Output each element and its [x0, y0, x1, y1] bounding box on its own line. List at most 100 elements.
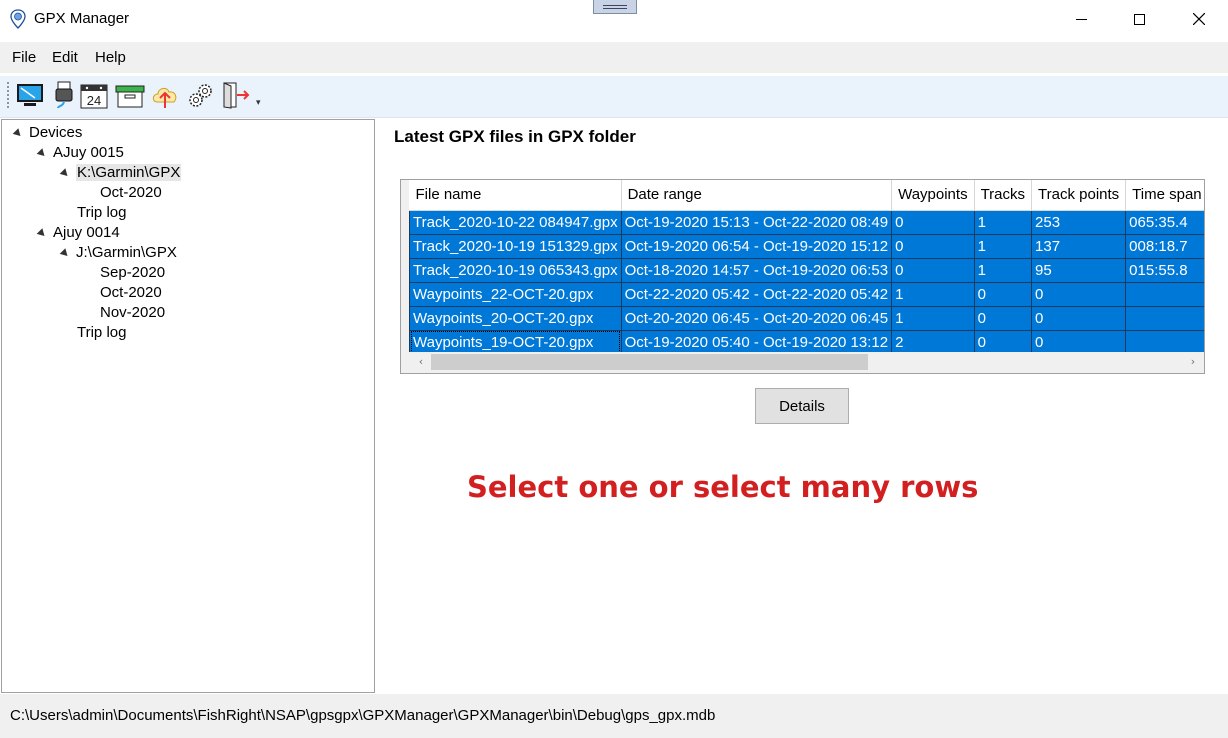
cell-time-span[interactable]: 015:55.8: [1125, 257, 1204, 283]
usb-device-icon[interactable]: [50, 80, 80, 110]
column-header-time-span[interactable]: Time span: [1125, 180, 1204, 211]
cell-time-span[interactable]: [1125, 329, 1204, 352]
cell-file-name[interactable]: Waypoints_22-OCT-20.gpx: [409, 281, 622, 307]
scroll-left-icon[interactable]: ‹: [415, 355, 427, 369]
calendar-icon[interactable]: 24: [79, 80, 109, 110]
table-row[interactable]: Track_2020-10-22 084947.gpx Oct-19-2020 …: [409, 209, 1204, 235]
cell-waypoints[interactable]: 0: [891, 209, 975, 235]
scroll-right-icon[interactable]: ›: [1187, 355, 1199, 369]
maximize-button[interactable]: [1110, 0, 1168, 38]
cell-date-range[interactable]: Oct-20-2020 06:45 - Oct-20-2020 06:45: [620, 305, 893, 331]
toolbar-grip[interactable]: [7, 82, 10, 108]
tree-node-trip-log[interactable]: Trip log: [77, 204, 126, 221]
cell-file-name[interactable]: Track_2020-10-19 065343.gpx: [409, 257, 622, 283]
table-row[interactable]: Waypoints_22-OCT-20.gpx Oct-22-2020 05:4…: [409, 281, 1204, 307]
column-header-track-points[interactable]: Track points: [1031, 180, 1127, 211]
cell-track-points[interactable]: 0: [1031, 305, 1127, 331]
monitor-icon[interactable]: [15, 80, 45, 110]
gps-app-icon: [10, 9, 26, 29]
tree-node-devices[interactable]: Devices: [29, 124, 82, 141]
expand-arrow-icon[interactable]: [36, 148, 48, 159]
toolbar-overflow-icon[interactable]: ▾: [256, 98, 261, 108]
menu-help[interactable]: Help: [95, 49, 126, 66]
scrollbar-thumb[interactable]: [431, 354, 868, 370]
expand-arrow-icon[interactable]: [36, 228, 48, 239]
cell-waypoints[interactable]: 0: [891, 233, 975, 259]
table-row[interactable]: Waypoints_19-OCT-20.gpx Oct-19-2020 05:4…: [409, 329, 1204, 352]
cell-file-name[interactable]: Waypoints_20-OCT-20.gpx: [409, 305, 622, 331]
cell-time-span[interactable]: [1125, 281, 1204, 307]
cell-date-range[interactable]: Oct-19-2020 05:40 - Oct-19-2020 13:12: [620, 329, 893, 352]
cell-track-points[interactable]: 0: [1031, 281, 1127, 307]
cell-file-name[interactable]: Track_2020-10-19 151329.gpx: [409, 233, 622, 259]
cell-tracks[interactable]: 1: [973, 233, 1033, 259]
cell-date-range[interactable]: Oct-22-2020 05:42 - Oct-22-2020 05:42: [620, 281, 893, 307]
calendar-number: 24: [87, 93, 101, 108]
cell-waypoints[interactable]: 1: [891, 305, 975, 331]
cell-track-points[interactable]: 0: [1031, 329, 1127, 352]
cell-date-range[interactable]: Oct-18-2020 14:57 - Oct-19-2020 06:53: [620, 257, 893, 283]
cell-date-range[interactable]: Oct-19-2020 06:54 - Oct-19-2020 15:12: [620, 233, 893, 259]
close-button[interactable]: [1170, 0, 1228, 38]
tree-node-folder-j[interactable]: J:\Garmin\GPX: [76, 244, 177, 261]
instruction-annotation: Select one or select many rows: [467, 470, 979, 504]
cell-time-span[interactable]: 065:35.4: [1125, 209, 1204, 235]
cell-time-span[interactable]: [1125, 305, 1204, 331]
cell-tracks[interactable]: 0: [973, 329, 1033, 352]
minimize-icon: [1075, 18, 1087, 20]
cloud-upload-icon[interactable]: [150, 80, 180, 110]
column-header-file-name[interactable]: File name: [409, 180, 622, 211]
cell-file-name[interactable]: Track_2020-10-22 084947.gpx: [409, 209, 622, 235]
cell-waypoints[interactable]: 2: [891, 329, 975, 352]
cell-track-points[interactable]: 95: [1031, 257, 1127, 283]
title-bar: GPX Manager: [0, 0, 1228, 40]
tree-node-month[interactable]: Nov-2020: [100, 304, 165, 321]
settings-icon[interactable]: [186, 80, 216, 110]
status-bar: C:\Users\admin\Documents\FishRight\NSAP\…: [0, 694, 1228, 738]
menu-edit[interactable]: Edit: [52, 49, 78, 66]
tree-node-month[interactable]: Oct-2020: [100, 184, 162, 201]
tree-node-month[interactable]: Sep-2020: [100, 264, 165, 281]
device-tree[interactable]: Devices AJuy 0015 K:\Garmin\GPX Oct-2020…: [1, 119, 375, 693]
cell-waypoints[interactable]: 1: [891, 281, 975, 307]
tree-node-month[interactable]: Oct-2020: [100, 284, 162, 301]
drag-handle[interactable]: [593, 0, 637, 14]
cell-file-name[interactable]: Waypoints_19-OCT-20.gpx: [409, 329, 622, 352]
column-header-waypoints[interactable]: Waypoints: [891, 180, 975, 211]
cell-track-points[interactable]: 253: [1031, 209, 1127, 235]
table-header-row: File name Date range Waypoints Tracks Tr…: [409, 180, 1204, 211]
cell-tracks[interactable]: 1: [973, 257, 1033, 283]
cell-waypoints[interactable]: 0: [891, 257, 975, 283]
tree-node-trip-log[interactable]: Trip log: [77, 324, 126, 341]
table-row[interactable]: Waypoints_20-OCT-20.gpx Oct-20-2020 06:4…: [409, 305, 1204, 331]
tree-node-device-0014[interactable]: Ajuy 0014: [53, 224, 120, 241]
section-title: Latest GPX files in GPX folder: [394, 127, 636, 146]
maximize-icon: [1133, 13, 1145, 25]
close-icon: [1193, 13, 1205, 25]
tree-node-folder-k[interactable]: K:\Garmin\GPX: [76, 164, 182, 181]
cell-tracks[interactable]: 0: [973, 281, 1033, 307]
details-button[interactable]: Details: [755, 388, 849, 424]
toolbar: 24 ▾: [0, 76, 1228, 118]
gpx-table[interactable]: File name Date range Waypoints Tracks Tr…: [409, 180, 1204, 352]
cell-time-span[interactable]: 008:18.7: [1125, 233, 1204, 259]
table-row[interactable]: Track_2020-10-19 151329.gpx Oct-19-2020 …: [409, 233, 1204, 259]
tree-node-device-0015[interactable]: AJuy 0015: [53, 144, 124, 161]
expand-arrow-icon[interactable]: [12, 128, 24, 139]
column-header-tracks[interactable]: Tracks: [974, 180, 1033, 211]
cell-date-range[interactable]: Oct-19-2020 15:13 - Oct-22-2020 08:49: [620, 209, 893, 235]
column-header-date-range[interactable]: Date range: [621, 180, 893, 211]
cell-tracks[interactable]: 0: [973, 305, 1033, 331]
exit-icon[interactable]: [221, 80, 251, 110]
horizontal-scrollbar[interactable]: ‹ ›: [401, 352, 1204, 373]
gpx-files-grid[interactable]: File name Date range Waypoints Tracks Tr…: [400, 179, 1205, 374]
cell-track-points[interactable]: 137: [1031, 233, 1127, 259]
table-row[interactable]: Track_2020-10-19 065343.gpx Oct-18-2020 …: [409, 257, 1204, 283]
expand-arrow-icon[interactable]: [59, 248, 71, 259]
minimize-button[interactable]: [1052, 0, 1110, 38]
archive-icon[interactable]: [115, 80, 145, 110]
expand-arrow-icon[interactable]: [59, 168, 71, 179]
database-path: C:\Users\admin\Documents\FishRight\NSAP\…: [10, 707, 716, 724]
cell-tracks[interactable]: 1: [973, 209, 1033, 235]
menu-file[interactable]: File: [12, 49, 36, 66]
